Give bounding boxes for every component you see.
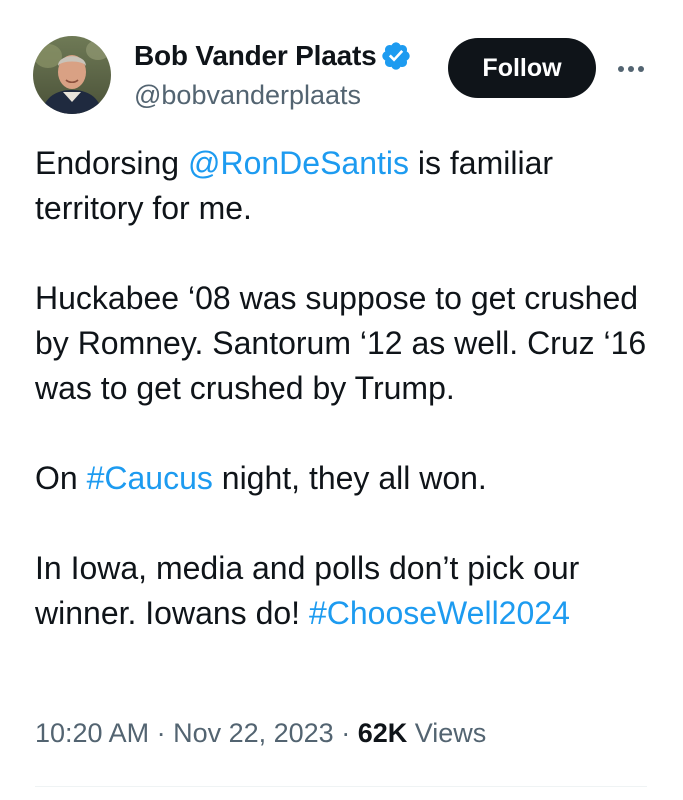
meta-separator: ·: [333, 718, 358, 748]
author-name-row[interactable]: Bob Vander Plaats: [134, 40, 412, 72]
verified-badge-icon[interactable]: [380, 40, 412, 72]
author-handle[interactable]: @bobvanderplaats: [134, 80, 361, 111]
hashtag-link[interactable]: #ChooseWell2024: [309, 595, 570, 631]
hashtag-link[interactable]: #Caucus: [87, 460, 213, 496]
tweet-paragraph-4: In Iowa, media and polls don’t pick our …: [35, 546, 655, 636]
tweet-text: Endorsing @RonDeSantis is familiar terri…: [35, 141, 655, 681]
views-label: Views: [407, 718, 487, 748]
tweet-paragraph-1: Endorsing @RonDeSantis is familiar terri…: [35, 141, 655, 231]
author-display-name[interactable]: Bob Vander Plaats: [134, 40, 376, 72]
tweet-date[interactable]: Nov 22, 2023: [173, 718, 334, 748]
mention-link[interactable]: @RonDeSantis: [188, 145, 409, 181]
avatar-image: [33, 36, 111, 114]
avatar[interactable]: [33, 36, 111, 114]
tweet-header: Bob Vander Plaats @bobvanderplaats Follo…: [0, 0, 683, 140]
divider: [35, 786, 647, 787]
meta-separator: ·: [149, 718, 174, 748]
follow-button[interactable]: Follow: [448, 38, 596, 98]
tweet-paragraph-3: On #Caucus night, they all won.: [35, 456, 655, 501]
tweet-text-span: Endorsing: [35, 145, 188, 181]
tweet-text-span: On: [35, 460, 87, 496]
more-horizontal-icon[interactable]: [614, 52, 648, 86]
tweet-paragraph-2: Huckabee ‘08 was suppose to get crushed …: [35, 280, 647, 406]
tweet-time[interactable]: 10:20 AM: [35, 718, 149, 748]
tweet-meta: 10:20 AM · Nov 22, 2023 · 62K Views: [35, 718, 486, 749]
tweet-text-span: night, they all won.: [212, 460, 487, 496]
views-count[interactable]: 62K: [358, 718, 408, 748]
